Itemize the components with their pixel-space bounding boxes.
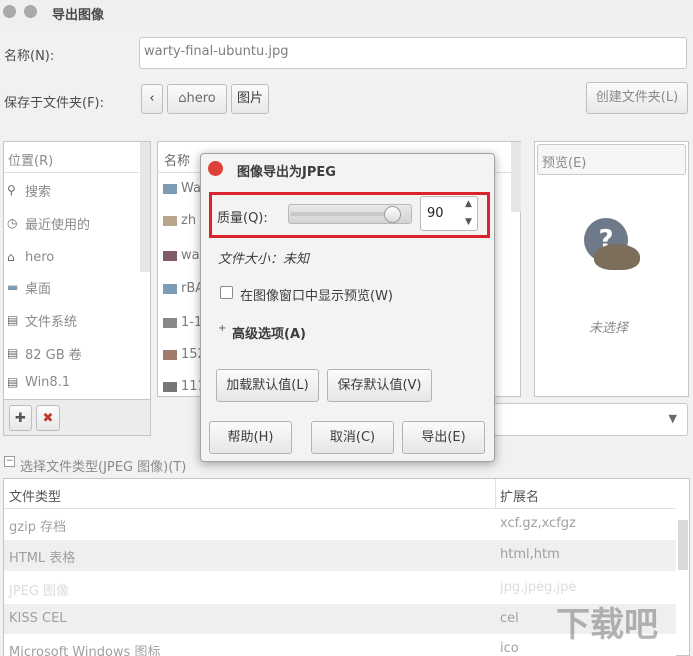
path-back-button[interactable]: ‹ (141, 84, 163, 114)
filetype-name: JPEG 图像 (9, 584, 70, 599)
places-item-desktop[interactable]: ▬ 桌面 (7, 277, 51, 297)
image-icon (163, 382, 177, 392)
folder-icon (163, 184, 177, 194)
name-label: 名称(N): (4, 49, 55, 64)
image-icon (163, 318, 177, 328)
places-item-volume[interactable]: ▤ 82 GB 卷 (7, 343, 82, 363)
home-icon: ⌂ (178, 91, 187, 106)
file-size-label: 文件大小：未知 (218, 252, 310, 267)
image-icon (163, 251, 177, 261)
places-item-label: 82 GB 卷 (25, 347, 82, 363)
column-header-ext[interactable]: 扩展名 (500, 486, 539, 505)
places-item-filesystem[interactable]: ▤ 文件系统 (7, 310, 77, 330)
chevron-down-icon[interactable]: ▼ (465, 217, 472, 227)
quality-value: 90 (427, 206, 444, 221)
places-item-label: Win8.1 (25, 374, 71, 390)
add-bookmark-button[interactable]: ✚ (9, 405, 32, 431)
quality-spinbox[interactable]: 90 ▲ ▼ (420, 196, 478, 231)
minimize-window-button[interactable] (24, 5, 37, 18)
chevron-left-icon: ‹ (149, 91, 155, 106)
places-item-label: 文件系统 (25, 314, 78, 330)
crumb-hero-label: hero (186, 91, 216, 106)
expand-icon[interactable]: + (218, 324, 227, 334)
load-defaults-button[interactable]: 加载默认值(L) (216, 369, 319, 402)
collapse-icon[interactable]: − (4, 456, 15, 467)
filetype-name: gzip 存档 (9, 520, 67, 535)
save-defaults-button[interactable]: 保存默认值(V) (327, 369, 432, 402)
clock-icon: ◷ (7, 216, 18, 230)
jpeg-export-dialog: 图像导出为JPEG 质量(Q): 90 ▲ ▼ 文件大小：未知 在图像窗口中显示… (200, 153, 495, 462)
close-window-button[interactable] (3, 5, 16, 18)
search-icon: ⚲ (7, 183, 16, 197)
advanced-options-expander[interactable]: 高级选项(A) (232, 323, 306, 342)
crumb-hero-button[interactable]: ⌂hero (167, 84, 227, 114)
drive-icon: ▤ (7, 375, 19, 389)
cancel-button[interactable]: 取消(C) (311, 421, 394, 454)
places-item-search[interactable]: ⚲ 搜索 (7, 180, 51, 200)
filetype-row[interactable]: HTML 表格 html,htm (4, 540, 676, 571)
places-header[interactable]: 位置(R) (4, 142, 139, 173)
image-icon (163, 216, 177, 226)
filetype-name: HTML 表格 (9, 551, 76, 566)
export-button[interactable]: 导出(E) (402, 421, 485, 454)
quality-slider-thumb[interactable] (384, 206, 401, 223)
filetype-name: KISS CEL (9, 611, 67, 626)
save-folder-label: 保存于文件夹(F): (4, 96, 105, 111)
window-title: 导出图像 (52, 8, 105, 23)
drive-icon: ▤ (7, 346, 19, 360)
places-item-recent[interactable]: ◷ 最近使用的 (7, 213, 90, 233)
file-row[interactable]: zh (181, 213, 196, 228)
help-button[interactable]: 帮助(H) (209, 421, 292, 454)
filetype-name: Microsoft Windows 图标 (9, 645, 161, 656)
folder-icon: ▬ (7, 280, 19, 294)
quality-label: 质量(Q): (217, 211, 268, 226)
remove-bookmark-button[interactable]: ✖ (36, 405, 60, 431)
dialog-title: 图像导出为JPEG (237, 165, 336, 180)
places-item-label: 搜索 (25, 184, 52, 200)
dialog-close-button[interactable] (208, 161, 223, 176)
file-row[interactable]: wa (181, 248, 200, 263)
create-folder-button[interactable]: 创建文件夹(L) (586, 82, 688, 114)
places-item-hero[interactable]: ⌂ hero (7, 247, 54, 267)
crumb-pictures-label: 图片 (236, 91, 263, 106)
places-item-label: hero (25, 249, 55, 265)
filetype-table-header: 文件类型 扩展名 (4, 479, 676, 509)
chevron-down-icon: ▼ (668, 412, 677, 425)
plus-icon: ✚ (15, 411, 26, 426)
filename-input[interactable]: warty-final-ubuntu.jpg (139, 37, 687, 69)
filetype-ext: jpg,jpeg,jpe (500, 580, 577, 595)
column-divider (495, 479, 496, 509)
title-bar: 导出图像 (0, 0, 693, 26)
column-header-type[interactable]: 文件类型 (9, 486, 61, 505)
folder-icon (163, 284, 177, 294)
places-item-label: 桌面 (25, 281, 52, 297)
quality-slider[interactable] (288, 204, 412, 224)
preview-toggle[interactable]: 预览(E) (537, 144, 686, 175)
filetype-scrollbar[interactable] (678, 520, 688, 570)
gimp-mascot-icon (594, 244, 640, 270)
image-icon (163, 350, 177, 360)
drive-icon: ▤ (7, 313, 19, 327)
show-preview-label[interactable]: 在图像窗口中显示预览(W) (240, 285, 393, 304)
places-scrollbar[interactable] (140, 142, 150, 272)
close-icon: ✖ (42, 411, 54, 426)
filetype-row[interactable]: gzip 存档 xcf.gz,xcfgz (4, 509, 676, 540)
preview-empty-label: 未选择 (589, 321, 629, 336)
places-item-label: 最近使用的 (25, 217, 91, 233)
file-filter-combo[interactable]: ▼ (480, 403, 688, 436)
filetype-ext: html,htm (500, 547, 560, 562)
crumb-pictures-button[interactable]: 图片 (231, 84, 269, 114)
watermark-logo: 下载吧 (556, 605, 658, 645)
files-scrollbar[interactable] (511, 142, 521, 212)
filetype-toggle-label[interactable]: 选择文件类型(JPEG 图像)(T) (20, 456, 186, 475)
filetype-ext: ico (500, 641, 519, 656)
chevron-up-icon[interactable]: ▲ (465, 199, 472, 209)
filetype-ext: cel (500, 611, 519, 626)
show-preview-checkbox[interactable] (220, 286, 233, 299)
file-row[interactable]: Wa (181, 181, 201, 196)
places-item-win81[interactable]: ▤ Win8.1 (7, 372, 70, 392)
quality-slider-track (290, 212, 393, 216)
filetype-ext: xcf.gz,xcfgz (500, 516, 576, 531)
home-icon: ⌂ (7, 250, 15, 264)
